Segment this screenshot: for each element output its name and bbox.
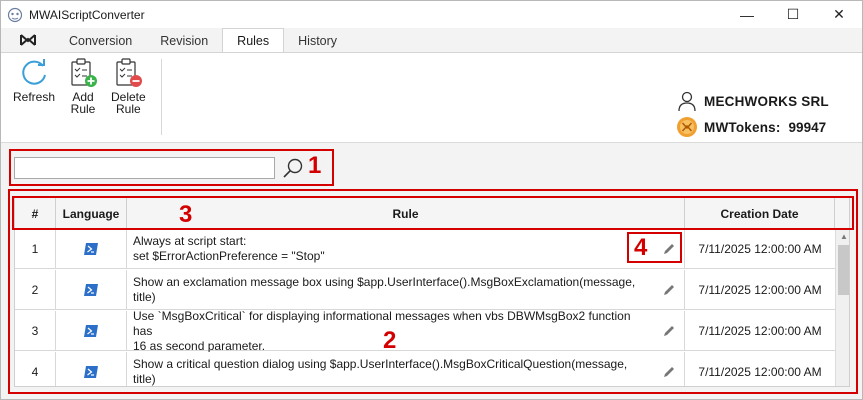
callout-label-1: 1 (308, 152, 322, 179)
table-row[interactable]: 1 Always at script start: set $ErrorActi… (15, 229, 835, 269)
table-row[interactable]: 2 Show an exclamation message box using … (15, 270, 835, 310)
app-window: MWAIScriptConverter — ☐ ✕ Conversion Rev… (0, 0, 863, 400)
callout-label-3: 3 (179, 201, 193, 228)
token-coin-icon (677, 117, 697, 137)
rule-cell: Show a critical question dialog using $a… (127, 352, 685, 386)
rule-cell: Always at script start: set $ErrorAction… (127, 229, 685, 269)
language-cell (56, 352, 127, 386)
table-row[interactable]: 4 Show a critical question dialog using … (15, 352, 835, 386)
rule-cell: Use `MsgBoxCritical` for displaying info… (127, 309, 685, 353)
edit-pencil-icon[interactable] (662, 365, 676, 379)
window-title: MWAIScriptConverter (29, 7, 145, 22)
company-line: MECHWORKS SRL (676, 89, 846, 113)
date-cell: 7/11/2025 12:00:00 AM (698, 242, 822, 256)
powershell-icon (84, 284, 98, 296)
language-cell (56, 229, 127, 269)
title-bar: MWAIScriptConverter — ☐ ✕ (1, 1, 862, 28)
grid-scrollbar[interactable]: ▲ (835, 229, 849, 386)
tokens-value: 99947 (788, 119, 827, 135)
close-button[interactable]: ✕ (816, 1, 862, 28)
date-cell: 7/11/2025 12:00:00 AM (698, 365, 822, 379)
add-rule-icon (71, 58, 97, 87)
scroll-thumb[interactable] (838, 245, 849, 295)
rule-text-line-1: Always at script start: (133, 234, 247, 248)
company-name: MECHWORKS SRL (704, 93, 829, 109)
mechworks-logo-icon (20, 34, 36, 46)
add-rule-button[interactable]: Add Rule (67, 57, 99, 115)
callout-label-4: 4 (634, 234, 648, 261)
rule-text-line-2: set $ErrorActionPreference = "Stop" (133, 249, 325, 263)
date-cell: 7/11/2025 12:00:00 AM (698, 283, 822, 297)
row-num: 2 (15, 270, 56, 310)
rule-cell: Show an exclamation message box using $a… (127, 270, 685, 310)
rule-text-line-1: Show a critical question dialog using $a… (133, 357, 628, 386)
ribbon-separator (161, 59, 162, 135)
search-input[interactable] (14, 157, 275, 179)
language-cell (56, 311, 127, 351)
delete-rule-button[interactable]: Delete Rule (111, 57, 146, 115)
add-rule-label-2: Rule (70, 102, 96, 116)
tokens-label: MWTokens: (704, 119, 781, 135)
refresh-label: Refresh (13, 90, 56, 104)
tab-history[interactable]: History (284, 30, 351, 52)
search-icon[interactable] (282, 157, 304, 179)
powershell-icon (84, 366, 98, 378)
maximize-button[interactable]: ☐ (770, 1, 816, 28)
powershell-icon (84, 243, 98, 255)
delete-rule-icon (116, 58, 143, 87)
edit-pencil-icon[interactable] (662, 283, 676, 297)
tab-conversion[interactable]: Conversion (55, 30, 146, 52)
powershell-icon (84, 325, 98, 337)
tab-rules[interactable]: Rules (222, 28, 285, 52)
ribbon-panel: Refresh Add Rule Delete Rule MECHWORKS S… (1, 52, 862, 143)
minimize-button[interactable]: — (724, 1, 770, 28)
callout-label-2: 2 (383, 327, 397, 354)
scroll-up-arrow-icon[interactable]: ▲ (836, 229, 849, 243)
row-num: 4 (15, 352, 56, 386)
user-icon (678, 91, 696, 112)
window-controls: — ☐ ✕ (724, 1, 862, 28)
delete-rule-label-2: Rule (116, 102, 141, 116)
user-info: MECHWORKS SRL MWTokens: 99947 (676, 89, 846, 141)
edit-pencil-icon[interactable] (662, 324, 676, 338)
app-menu-button[interactable] (1, 28, 55, 52)
callout-box-3 (12, 196, 854, 230)
rule-text-line-1: Show an exclamation message box using $a… (133, 275, 636, 304)
refresh-button[interactable]: Refresh (13, 57, 55, 103)
row-num: 3 (15, 311, 56, 351)
language-cell (56, 270, 127, 310)
date-cell: 7/11/2025 12:00:00 AM (698, 324, 822, 338)
app-logo-icon (7, 7, 23, 22)
row-num: 1 (15, 229, 56, 269)
table-row[interactable]: 3 Use `MsgBoxCritical` for displaying in… (15, 309, 835, 353)
ribbon-tabs: Conversion Revision Rules History (1, 28, 862, 52)
tab-revision[interactable]: Revision (146, 30, 222, 52)
refresh-icon (22, 59, 46, 85)
tokens-line: MWTokens: 99947 (676, 115, 846, 139)
